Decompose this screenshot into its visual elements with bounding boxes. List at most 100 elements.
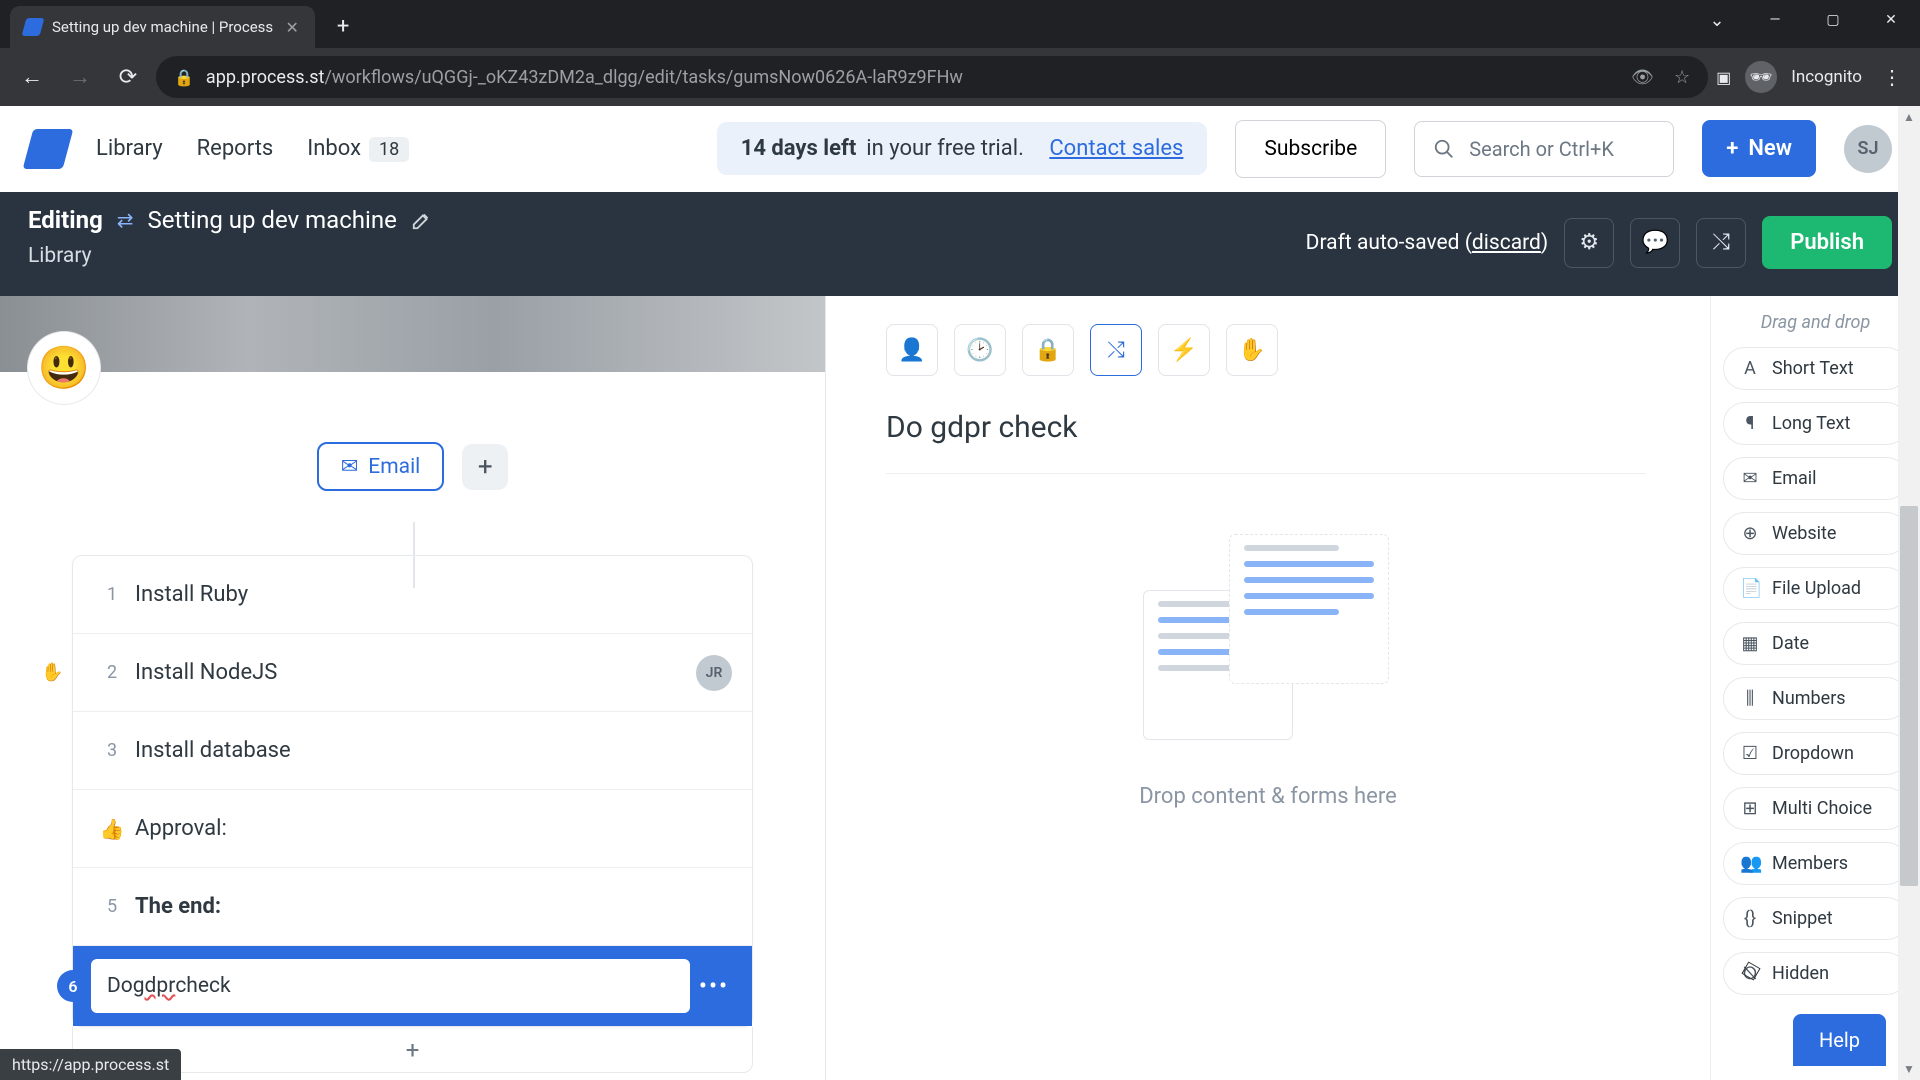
- short-text-icon: A: [1740, 358, 1760, 379]
- task-row-selected[interactable]: 6 Do gdpr check •••: [73, 946, 752, 1026]
- back-button[interactable]: ←: [12, 57, 52, 97]
- lock-icon: 🔒: [174, 68, 194, 87]
- long-text-icon: ¶: [1740, 413, 1760, 434]
- draft-status: Draft auto-saved (discard): [1306, 231, 1549, 255]
- task-row-approval[interactable]: 👍 Approval:: [73, 790, 752, 868]
- scroll-up-arrow[interactable]: ▲: [1898, 106, 1920, 128]
- task-row[interactable]: 5 The end:: [73, 868, 752, 946]
- cover-image[interactable]: [0, 296, 825, 372]
- subscribe-button[interactable]: Subscribe: [1235, 120, 1386, 178]
- app-logo[interactable]: [23, 129, 74, 169]
- breadcrumb-library[interactable]: Library: [28, 244, 433, 268]
- eye-off-icon: ⦰: [1740, 963, 1760, 984]
- palette-date[interactable]: ▦Date: [1723, 622, 1908, 665]
- extensions-icon[interactable]: ▣: [1716, 68, 1731, 87]
- automations-button[interactable]: ⚡: [1158, 324, 1210, 376]
- workflow-emoji[interactable]: 😃: [28, 332, 100, 404]
- task-number: 3: [97, 740, 127, 761]
- contact-sales-link[interactable]: Contact sales: [1049, 136, 1183, 161]
- task-number-badge: 6: [57, 970, 89, 1002]
- assignee-avatar[interactable]: JR: [696, 655, 732, 691]
- tabs-dropdown-icon[interactable]: ⌄: [1688, 0, 1746, 40]
- bookmark-icon[interactable]: ☆: [1674, 67, 1690, 88]
- drop-illustration: [1143, 534, 1393, 754]
- scroll-thumb[interactable]: [1900, 506, 1918, 886]
- palette-dropdown[interactable]: ☑Dropdown: [1723, 732, 1908, 775]
- permissions-button[interactable]: 🔒: [1022, 324, 1074, 376]
- eye-off-icon[interactable]: 👁: [1631, 67, 1654, 88]
- reload-button[interactable]: ⟳: [108, 57, 148, 97]
- hash-icon: ⫼: [1740, 688, 1760, 709]
- add-tab-button[interactable]: +: [462, 444, 508, 490]
- window-maximize-button[interactable]: ▢: [1804, 0, 1862, 40]
- vertical-scrollbar[interactable]: ▲ ▼: [1898, 106, 1920, 1080]
- comments-button[interactable]: 💬: [1630, 218, 1680, 268]
- shuffle-icon: ⤭: [1712, 230, 1730, 255]
- forward-button[interactable]: →: [60, 57, 100, 97]
- task-row[interactable]: 1 Install Ruby: [73, 556, 752, 634]
- status-bar-link: https://app.process.st: [0, 1049, 181, 1080]
- scroll-down-arrow[interactable]: ▼: [1898, 1058, 1920, 1080]
- palette-title: Drag and drop: [1723, 312, 1908, 333]
- task-row[interactable]: 3 Install database: [73, 712, 752, 790]
- incognito-icon: 🕶: [1745, 61, 1777, 93]
- workflow-icon: ⇄: [117, 208, 134, 232]
- plus-icon: +: [1726, 136, 1738, 161]
- nav-inbox[interactable]: Inbox18: [307, 136, 409, 161]
- palette-file-upload[interactable]: 📄File Upload: [1723, 567, 1908, 610]
- app-topbar: Library Reports Inbox18 14 days left in …: [0, 106, 1920, 192]
- publish-button[interactable]: Publish: [1762, 216, 1892, 269]
- palette-short-text[interactable]: AShort Text: [1723, 347, 1908, 390]
- search-input[interactable]: Search or Ctrl+K: [1414, 121, 1674, 177]
- window-minimize-button[interactable]: —: [1746, 0, 1804, 40]
- task-number: 1: [97, 584, 127, 605]
- conditional-button[interactable]: ⤭: [1090, 324, 1142, 376]
- inbox-count-badge: 18: [369, 137, 409, 162]
- task-title-input[interactable]: Do gdpr check: [91, 959, 690, 1013]
- assign-button[interactable]: 👤: [886, 324, 938, 376]
- browser-menu-icon[interactable]: ⋮: [1876, 65, 1908, 89]
- palette-website[interactable]: ⊕Website: [1723, 512, 1908, 555]
- address-bar[interactable]: 🔒 app.process.st/workflows/uQGGj-_oKZ43z…: [156, 56, 1708, 98]
- palette-long-text[interactable]: ¶Long Text: [1723, 402, 1908, 445]
- stop-hand-icon: ✋: [41, 662, 63, 683]
- task-more-button[interactable]: •••: [690, 972, 738, 1000]
- nav-reports[interactable]: Reports: [197, 136, 274, 161]
- palette-members[interactable]: 👥Members: [1723, 842, 1908, 885]
- task-row[interactable]: 2 Install NodeJS JR ✋: [73, 634, 752, 712]
- email-tab[interactable]: ✉ Email: [317, 442, 445, 491]
- url-text: app.process.st/workflows/uQGGj-_oKZ43zDM…: [206, 67, 963, 88]
- search-icon: [1433, 138, 1455, 160]
- chat-icon: 💬: [1642, 230, 1669, 255]
- task-title: Approval:: [135, 816, 227, 841]
- discard-link[interactable]: discard: [1472, 231, 1541, 255]
- bolt-icon: ⚡: [1170, 338, 1197, 363]
- editing-label: Editing: [28, 206, 103, 234]
- conditional-logic-button[interactable]: ⤭: [1696, 218, 1746, 268]
- trial-banner: 14 days left in your free trial. Contact…: [717, 122, 1208, 175]
- window-close-button[interactable]: ✕: [1862, 0, 1920, 40]
- palette-numbers[interactable]: ⫼Numbers: [1723, 677, 1908, 720]
- palette-hidden[interactable]: ⦰Hidden: [1723, 952, 1908, 995]
- palette-multi-choice[interactable]: ⊞Multi Choice: [1723, 787, 1908, 830]
- task-heading[interactable]: Do gdpr check: [886, 410, 1646, 474]
- task-list: 1 Install Ruby 2 Install NodeJS JR ✋ 3 I…: [72, 555, 753, 1027]
- drop-zone[interactable]: Drop content & forms here: [886, 534, 1650, 809]
- new-button[interactable]: +New: [1702, 120, 1816, 177]
- due-date-button[interactable]: 🕑: [954, 324, 1006, 376]
- new-tab-button[interactable]: +: [325, 8, 361, 44]
- tab-close-icon[interactable]: ✕: [283, 18, 301, 36]
- browser-tab[interactable]: Setting up dev machine | Process ✕: [10, 6, 315, 48]
- user-avatar[interactable]: SJ: [1844, 125, 1892, 173]
- palette-snippet[interactable]: {}Snippet: [1723, 897, 1908, 940]
- rename-icon[interactable]: [411, 209, 433, 231]
- nav-library[interactable]: Library: [96, 136, 163, 161]
- globe-icon: ⊕: [1740, 523, 1760, 544]
- task-title: The end:: [135, 894, 221, 919]
- settings-button[interactable]: ⚙: [1564, 218, 1614, 268]
- help-button[interactable]: Help: [1793, 1014, 1886, 1066]
- grid-icon: ⊞: [1740, 798, 1760, 819]
- stop-task-button[interactable]: ✋: [1226, 324, 1278, 376]
- task-title: Install Ruby: [135, 582, 248, 607]
- palette-email[interactable]: ✉Email: [1723, 457, 1908, 500]
